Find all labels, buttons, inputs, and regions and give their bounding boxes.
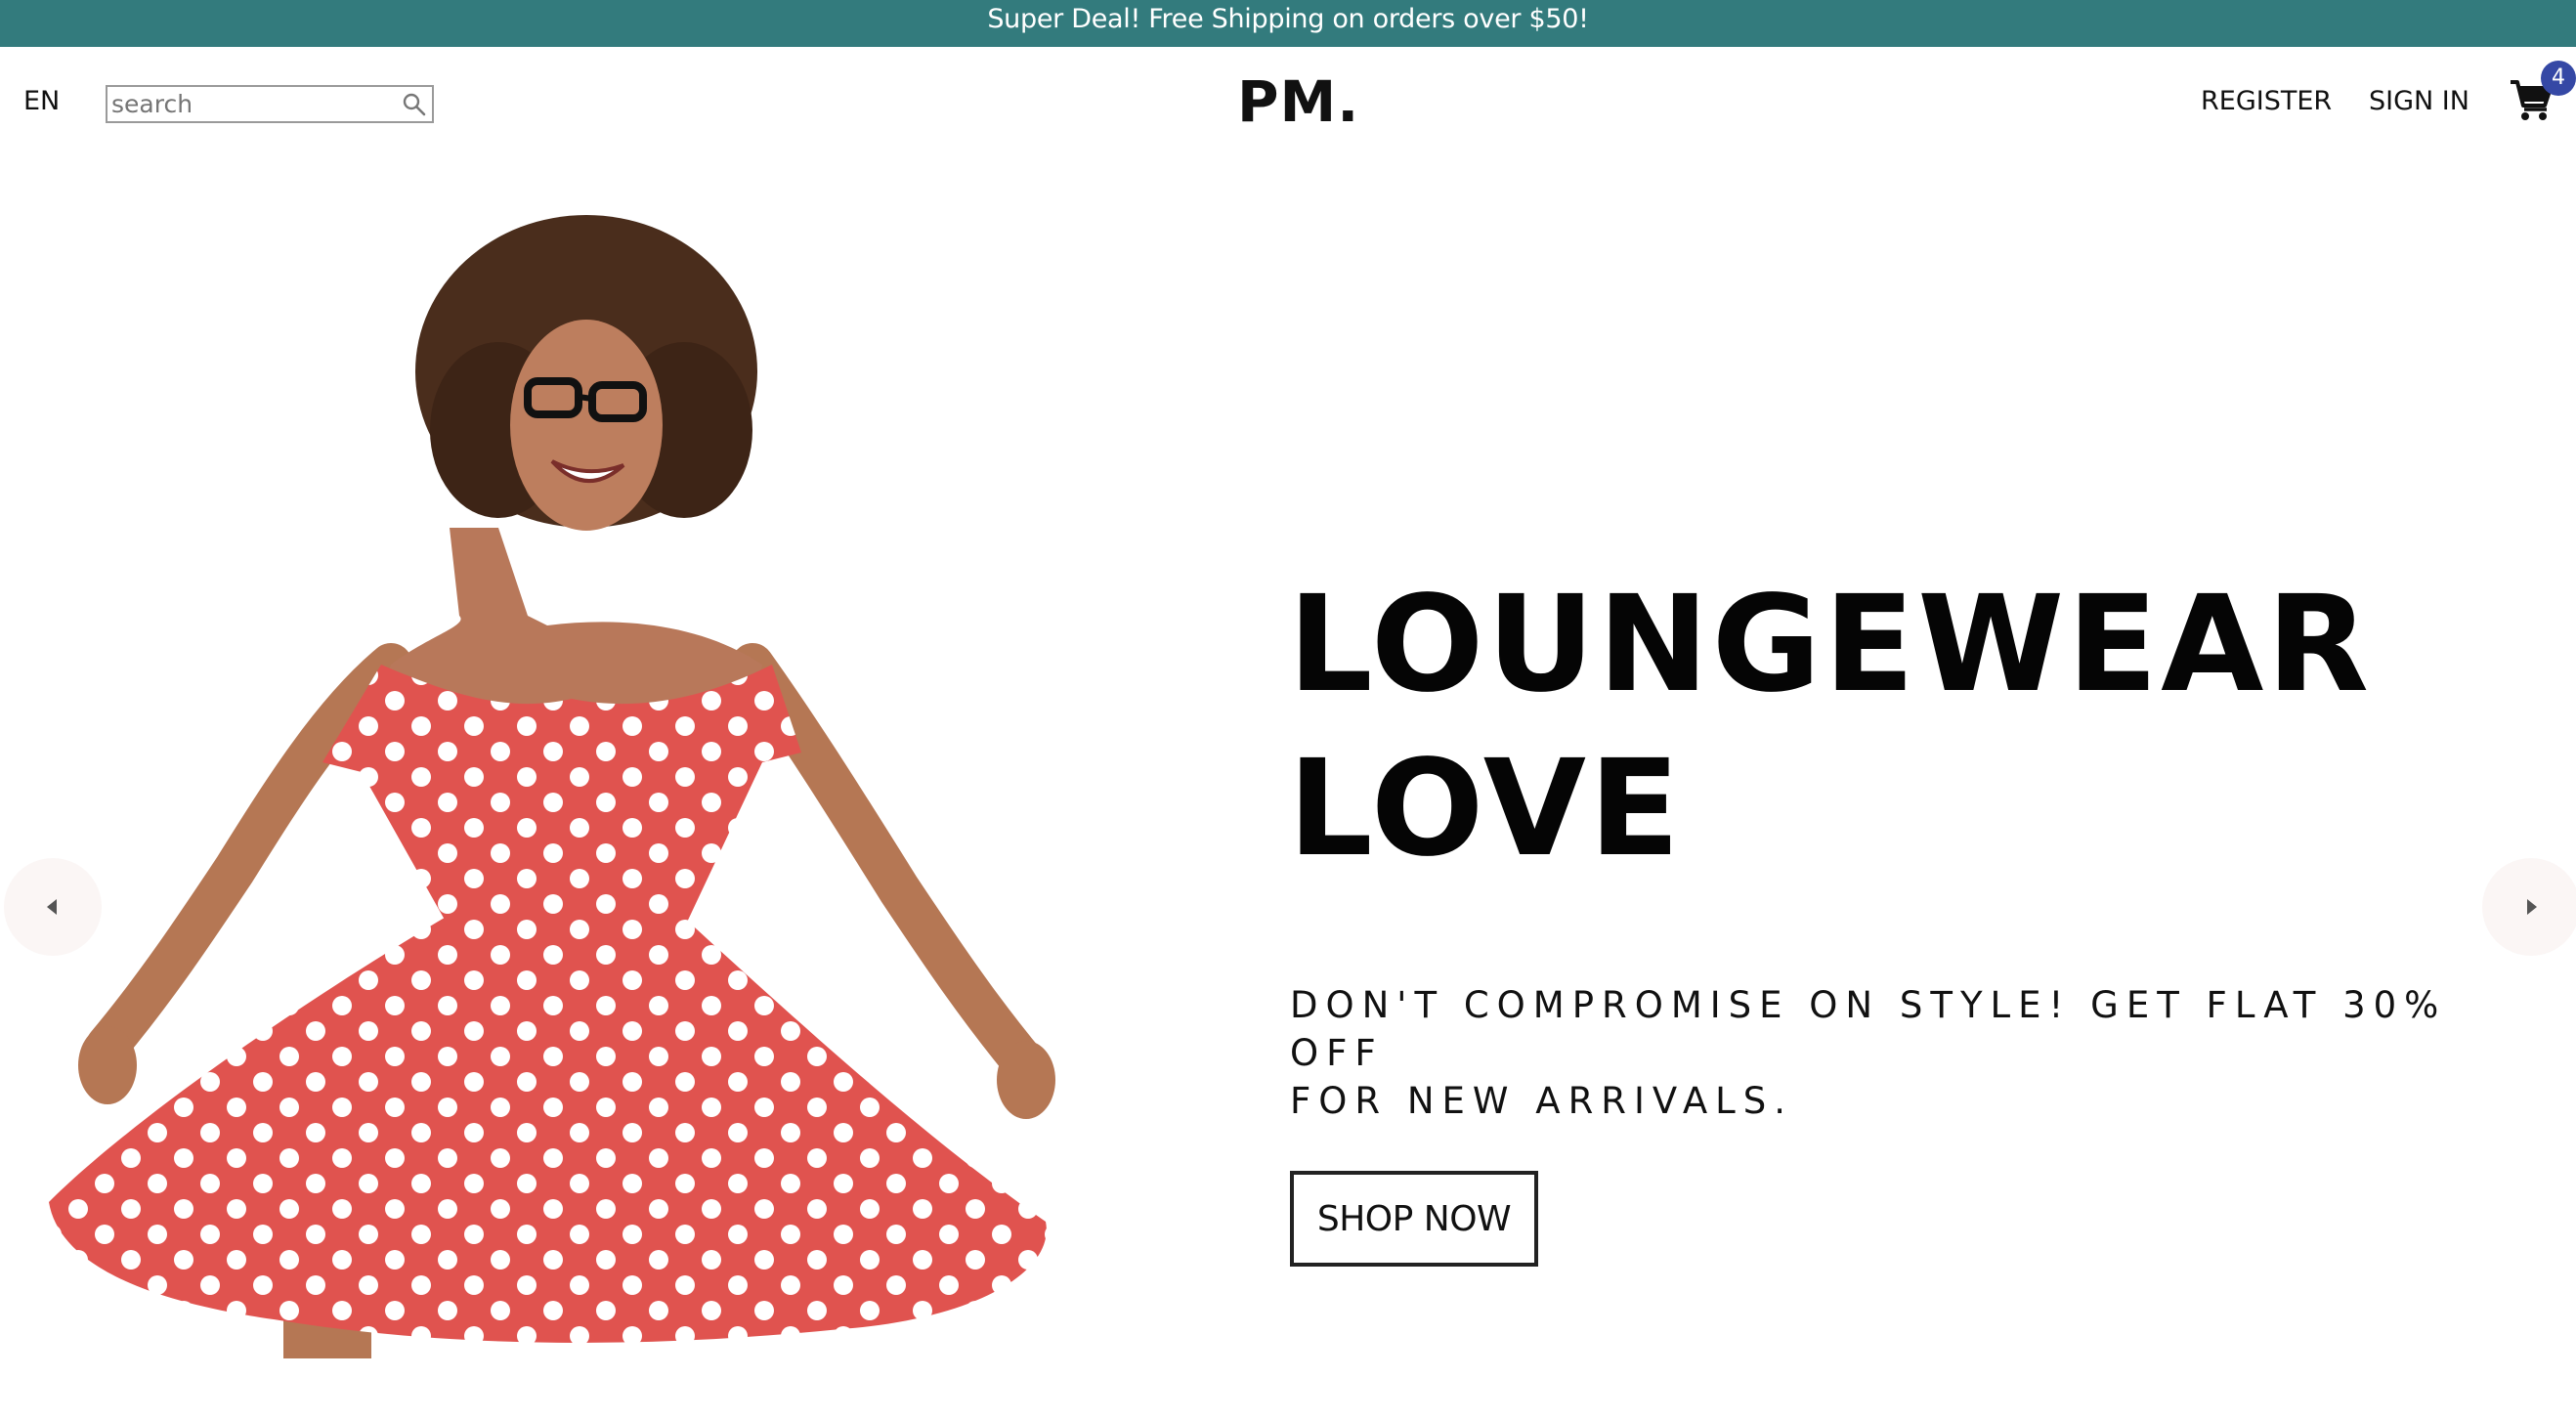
sign-in-link[interactable]: SIGN IN [2369,86,2469,116]
search-icon[interactable] [400,90,429,119]
carousel-next-button[interactable] [2482,858,2576,956]
hero-title-line-1: LOUNGEWEAR [1288,568,2373,722]
site-logo[interactable]: PM. [1237,68,1359,135]
site-header: EN PM. REGISTER SIGN IN 4 [0,47,2576,162]
chevron-right-icon [2527,899,2537,915]
register-link[interactable]: REGISTER [2201,86,2332,116]
search-input[interactable] [107,87,391,121]
hero-banner: LOUNGEWEAR LOVE DON'T COMPROMISE ON STYL… [0,162,2576,1421]
shop-now-button[interactable]: SHOP NOW [1290,1171,1538,1267]
carousel-prev-button[interactable] [4,858,102,956]
hero-subtitle-line-1: DON'T COMPROMISE ON STYLE! GET FLAT 30% … [1290,984,2447,1074]
hero-title: LOUNGEWEAR LOVE [1288,563,2461,891]
hero-subtitle: DON'T COMPROMISE ON STYLE! GET FLAT 30% … [1290,981,2482,1125]
announcement-bar: Super Deal! Free Shipping on orders over… [0,0,2576,47]
hero-model-image [49,215,1055,1358]
announcement-text: Super Deal! Free Shipping on orders over… [987,4,1589,34]
search-box [106,85,434,123]
hero-title-line-2: LOVE [1288,732,1683,886]
cart-count-badge: 4 [2541,61,2576,96]
language-selector[interactable]: EN [23,86,60,116]
chevron-left-icon [47,899,57,915]
hero-subtitle-line-2: FOR NEW ARRIVALS. [1290,1080,1794,1122]
